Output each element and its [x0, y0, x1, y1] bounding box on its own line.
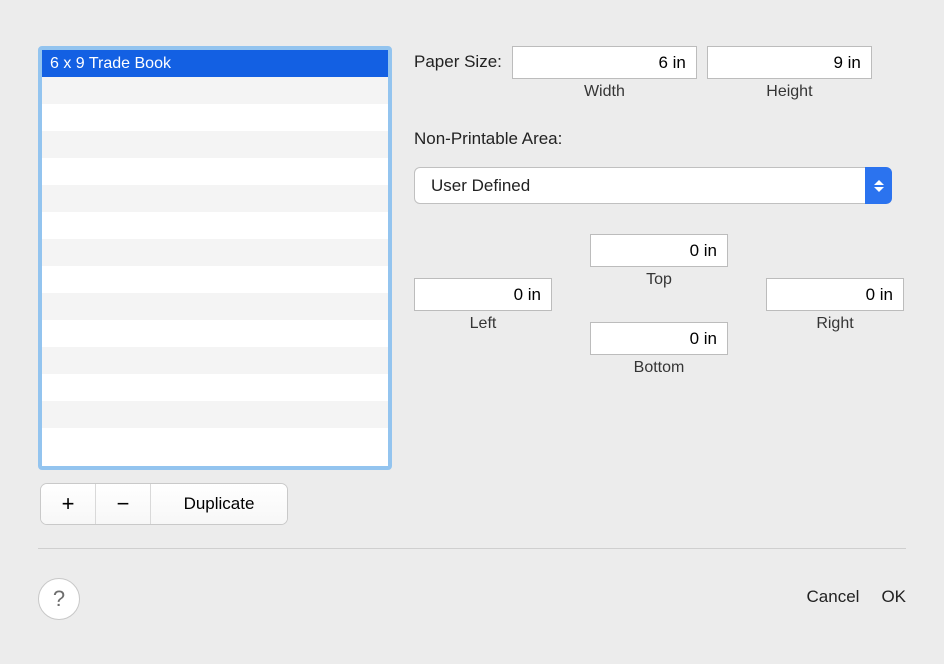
remove-paper-size-button[interactable]: − [96, 484, 151, 524]
list-item[interactable] [42, 239, 388, 266]
list-item[interactable] [42, 293, 388, 320]
list-item[interactable] [42, 158, 388, 185]
margin-left-input[interactable] [414, 278, 552, 311]
paper-width-sublabel: Width [584, 83, 625, 101]
list-item[interactable] [42, 212, 388, 239]
footer-divider [38, 548, 906, 549]
margin-right-input[interactable] [766, 278, 904, 311]
non-printable-mode-value: User Defined [431, 176, 530, 196]
margin-top-input[interactable] [590, 234, 728, 267]
margin-right-label: Right [816, 315, 853, 333]
paper-height-sublabel: Height [766, 83, 812, 101]
list-item[interactable]: 6 x 9 Trade Book [42, 50, 388, 77]
non-printable-mode-select[interactable]: User Defined [414, 167, 892, 204]
list-item[interactable] [42, 77, 388, 104]
list-item[interactable] [42, 347, 388, 374]
margin-bottom-input[interactable] [590, 322, 728, 355]
ok-button[interactable]: OK [881, 578, 906, 616]
paper-height-input[interactable] [707, 46, 872, 79]
help-button[interactable]: ? [38, 578, 80, 620]
minus-icon: − [117, 491, 130, 517]
add-paper-size-button[interactable]: + [41, 484, 96, 524]
list-item[interactable] [42, 320, 388, 347]
margin-left-label: Left [470, 315, 497, 333]
paper-size-list[interactable]: 6 x 9 Trade Book [38, 46, 392, 470]
paper-size-label: Paper Size: [414, 46, 502, 72]
list-item[interactable] [42, 428, 388, 455]
list-item[interactable] [42, 401, 388, 428]
list-item[interactable] [42, 185, 388, 212]
margin-bottom-label: Bottom [634, 359, 685, 377]
list-item[interactable] [42, 266, 388, 293]
help-icon: ? [53, 586, 65, 612]
margin-top-label: Top [646, 271, 672, 289]
list-item[interactable] [42, 374, 388, 401]
non-printable-area-label: Non-Printable Area: [414, 129, 906, 149]
list-item[interactable] [42, 104, 388, 131]
list-item[interactable] [42, 131, 388, 158]
cancel-button[interactable]: Cancel [807, 578, 860, 616]
paper-width-input[interactable] [512, 46, 697, 79]
updown-icon [865, 167, 892, 204]
plus-icon: + [62, 491, 75, 517]
duplicate-paper-size-button[interactable]: Duplicate [151, 484, 287, 524]
